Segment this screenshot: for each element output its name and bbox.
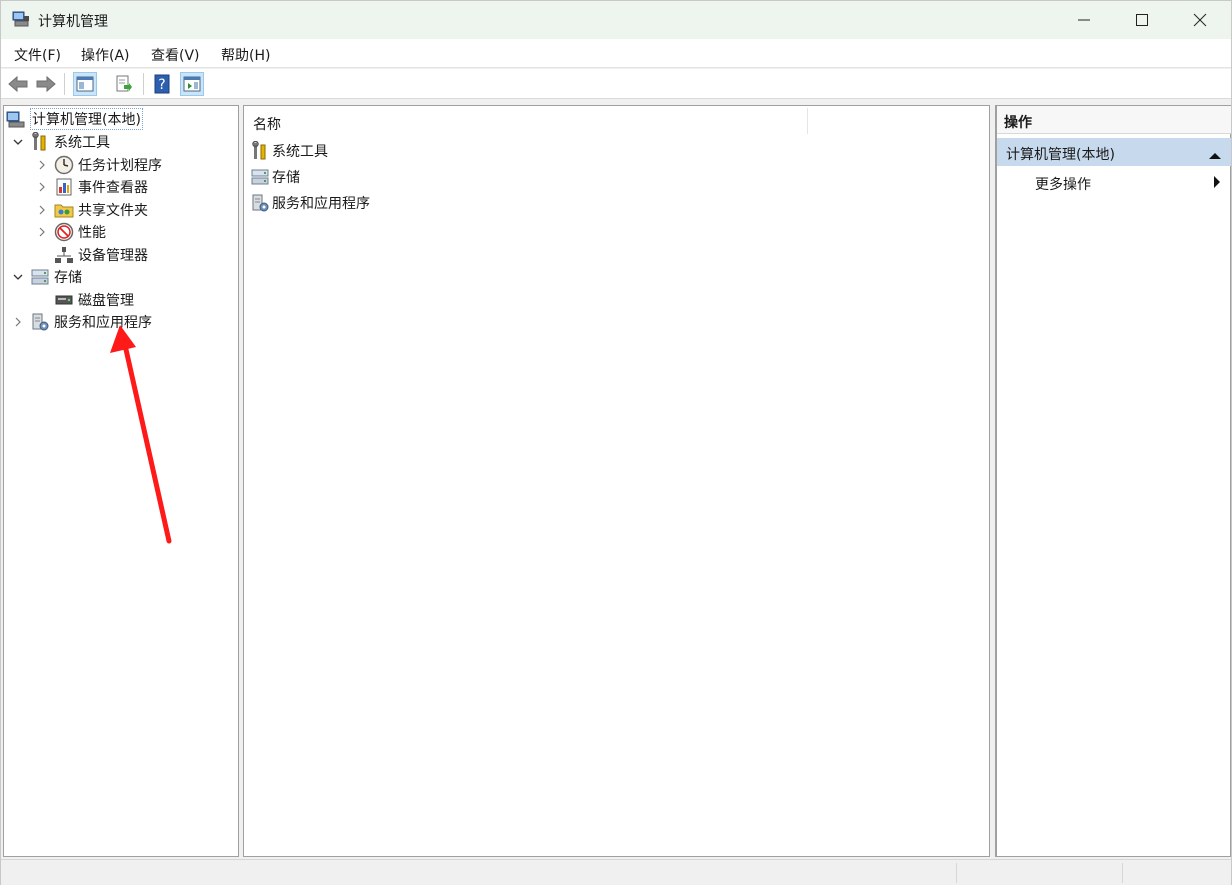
minimize-icon [1078, 19, 1090, 21]
list-item-services-and-applications[interactable]: 服务和应用程序 [250, 191, 370, 215]
disk-management-icon [54, 290, 74, 310]
performance-icon [54, 222, 74, 242]
menu-action[interactable]: 操作(A) [81, 45, 130, 65]
result-list: 名称 系统工具 存储 服务和应用程序 [243, 105, 990, 857]
more-actions-label: 更多操作 [1035, 177, 1091, 193]
forward-button[interactable] [34, 72, 58, 96]
tree-item-label: 设备管理器 [78, 248, 148, 264]
tree-item-task-scheduler[interactable]: 任务计划程序 [36, 154, 162, 176]
tree-item-label: 事件查看器 [78, 180, 148, 196]
tree-item-performance[interactable]: 性能 [36, 221, 106, 243]
tree-item-computer-management[interactable]: 计算机管理(本地) [6, 108, 143, 130]
menu-view[interactable]: 查看(V) [151, 45, 200, 65]
tree-item-device-manager[interactable]: 设备管理器 [54, 244, 148, 266]
list-item-system-tools[interactable]: 系统工具 [250, 139, 328, 163]
status-separator [1122, 863, 1123, 883]
console-tree-icon [76, 76, 94, 92]
menu-file[interactable]: 文件(F) [14, 45, 61, 65]
list-item-label: 服务和应用程序 [272, 196, 370, 212]
forward-arrow-icon [36, 76, 56, 92]
export-list-icon [116, 75, 132, 92]
tree-item-label: 性能 [78, 225, 106, 241]
tree-item-system-tools[interactable]: 系统工具 [12, 131, 110, 153]
action-pane-icon [183, 76, 201, 92]
list-item-label: 系统工具 [272, 144, 328, 160]
window-title: 计算机管理 [38, 14, 108, 30]
svg-text:?: ? [158, 77, 165, 93]
clock-icon [54, 155, 74, 175]
chevron-right-icon[interactable] [36, 204, 48, 216]
console-tree: 计算机管理(本地) 系统工具 任务计划程序 事件查看器 共享文件夹 性能 设备管… [3, 105, 239, 857]
list-item-storage[interactable]: 存储 [250, 165, 300, 189]
tree-item-label: 共享文件夹 [78, 203, 148, 219]
help-button[interactable]: ? [150, 72, 174, 96]
title-bar: 计算机管理 [1, 1, 1231, 39]
more-actions-item[interactable]: 更多操作 [1035, 172, 1231, 196]
status-separator [956, 863, 957, 883]
computer-management-icon [6, 109, 26, 129]
tree-item-services-and-applications[interactable]: 服务和应用程序 [12, 311, 152, 333]
menu-help[interactable]: 帮助(H) [221, 45, 270, 65]
column-separator[interactable] [807, 108, 808, 134]
tree-item-shared-folders[interactable]: 共享文件夹 [36, 199, 148, 221]
tree-item-label: 磁盘管理 [78, 293, 134, 309]
computer-management-icon [12, 10, 30, 28]
maximize-icon [1136, 14, 1148, 26]
shared-folder-icon [54, 200, 74, 220]
column-header-name[interactable]: 名称 [253, 114, 281, 134]
submenu-arrow-icon [1213, 176, 1221, 192]
system-tools-icon [250, 141, 270, 161]
chevron-right-icon[interactable] [36, 226, 48, 238]
actions-pane: 操作 计算机管理(本地) 更多操作 [995, 105, 1231, 857]
tree-item-label: 系统工具 [54, 135, 110, 151]
services-icon [30, 312, 50, 332]
chevron-right-icon[interactable] [12, 316, 24, 328]
tree-item-storage[interactable]: 存储 [12, 266, 82, 288]
maximize-button[interactable] [1113, 1, 1171, 39]
chevron-down-icon[interactable] [12, 136, 24, 148]
export-list-button[interactable] [112, 72, 136, 96]
tree-item-event-viewer[interactable]: 事件查看器 [36, 176, 148, 198]
toolbar-separator [64, 73, 65, 95]
collapse-up-icon[interactable] [1209, 148, 1221, 164]
tree-item-label: 任务计划程序 [78, 158, 162, 174]
list-item-label: 存储 [272, 170, 300, 186]
help-icon: ? [154, 74, 170, 94]
menu-bar: 文件(F) 操作(A) 查看(V) 帮助(H) [1, 39, 1231, 68]
tree-item-label: 计算机管理(本地) [30, 108, 143, 130]
chevron-right-icon[interactable] [36, 181, 48, 193]
close-button[interactable] [1171, 1, 1229, 39]
list-header: 名称 [244, 106, 989, 136]
chevron-right-icon[interactable] [36, 159, 48, 171]
toolbar: ? [1, 69, 1231, 99]
actions-group-computer-management[interactable]: 计算机管理(本地) [997, 138, 1231, 166]
storage-icon [250, 167, 270, 187]
close-icon [1193, 13, 1207, 27]
minimize-button[interactable] [1055, 1, 1113, 39]
actions-header: 操作 [997, 106, 1231, 134]
show-hide-action-pane-button[interactable] [180, 72, 204, 96]
status-bar [1, 859, 1231, 885]
computer-management-window: 计算机管理 文件(F) 操作(A) 查看(V) 帮助(H) ? 计算机管理(本地… [0, 0, 1232, 885]
device-manager-icon [54, 245, 74, 265]
system-tools-icon [30, 132, 50, 152]
chevron-down-icon[interactable] [12, 271, 24, 283]
back-arrow-icon [8, 76, 28, 92]
tree-item-label: 存储 [54, 270, 82, 286]
tree-item-label: 服务和应用程序 [54, 315, 152, 331]
show-hide-console-tree-button[interactable] [73, 72, 97, 96]
toolbar-separator [143, 73, 144, 95]
tree-item-disk-management[interactable]: 磁盘管理 [54, 289, 134, 311]
actions-group-label: 计算机管理(本地) [1006, 147, 1115, 163]
event-viewer-icon [54, 177, 74, 197]
back-button[interactable] [6, 72, 30, 96]
storage-icon [30, 267, 50, 287]
services-icon [250, 193, 270, 213]
